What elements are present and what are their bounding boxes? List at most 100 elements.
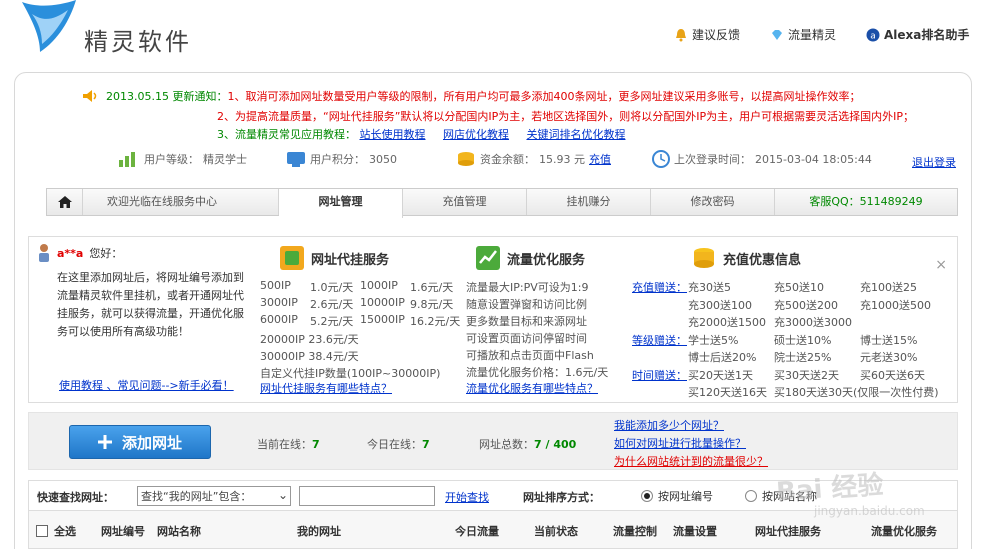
price-row: 6000IP 5.2元/天 15000IP 16.2元/天	[260, 313, 460, 330]
optimize-features-link[interactable]: 流量优化服务有哪些特点？	[466, 380, 598, 396]
promo-cell: 充2000送1500	[688, 316, 766, 329]
svg-text:a: a	[870, 31, 876, 41]
price-row: 500IP 1.0元/天 1000IP 1.6元/天	[260, 279, 460, 296]
diamond-icon	[772, 29, 782, 40]
optimize-line: 随意设置弹窗和访问比例	[466, 298, 587, 311]
price-row: 3000IP 2.6元/天 10000IP 9.8元/天	[260, 296, 460, 313]
feedback-link[interactable]: 建议反馈	[674, 26, 740, 43]
col-my-url: 我的网址	[297, 525, 341, 538]
points-value: 3050	[369, 152, 397, 166]
online-now-label: 当前在线：	[257, 438, 312, 451]
baidu-watermark-url: jingyan.baidu.com	[814, 504, 925, 518]
tab-recharge-management[interactable]: 充值管理	[403, 189, 527, 215]
points-icon	[287, 152, 305, 167]
recharge-link[interactable]: 充值	[589, 151, 611, 167]
clock-icon	[652, 150, 670, 168]
page-header: 精灵软件 建议反馈 流量精灵 a Alexa排名助手	[0, 0, 1000, 70]
level-bonus-link[interactable]: 等级赠送：	[632, 332, 688, 350]
shop-tutorial-link[interactable]: 网店优化教程	[443, 128, 509, 141]
support-qq: 客服QQ：511489249	[809, 195, 923, 208]
search-scope-select[interactable]: 查找“我的网址”包含： ⌄	[137, 486, 291, 506]
col-traffic-control: 流量控制	[613, 525, 657, 538]
online-now-stat: 当前在线：7	[257, 436, 320, 452]
gold-coins-icon	[694, 248, 714, 268]
sort-by-id-radio[interactable]: 按网址编号	[641, 488, 713, 504]
promo-title: 充值优惠信息	[691, 245, 801, 271]
promo-row: 充值赠送： 充30送5 充50送10 充100送25	[632, 279, 1000, 297]
url-total-label: 网址总数：	[479, 438, 534, 451]
promo-cell: 充3000送3000	[774, 316, 852, 329]
promo-cell: 充1000送500	[860, 298, 931, 312]
welcome-box: a**a 您好： 在这里添加网址后，将网址编号添加到流量精灵软件里挂机，或者开通…	[37, 243, 247, 341]
recharge-bonus-link[interactable]: 充值赠送：	[632, 279, 688, 297]
promo-cell: 博士后送20%	[688, 351, 757, 364]
bird-logo-icon[interactable]	[18, 0, 80, 56]
promo-cell: 硕士送10%	[774, 333, 832, 347]
tab-url-management[interactable]: 网址管理	[279, 189, 403, 218]
online-today-value: 7	[422, 438, 430, 451]
promo-cell: 充50送10	[774, 281, 824, 294]
price-extra-line: 20000IP 23.6元/天	[260, 333, 359, 346]
level-label: 用户等级：	[144, 153, 199, 166]
online-today-label: 今日在线：	[367, 438, 422, 451]
search-input[interactable]	[299, 486, 435, 506]
optimize-service-body: 流量最大IP:PV可设为1:9 随意设置弹窗和访问比例 更多数量目标和来源网址 …	[466, 279, 636, 381]
radio-unchecked-icon	[745, 490, 757, 502]
tab-change-password[interactable]: 修改密码	[651, 189, 775, 215]
price-cell: 10000IP	[360, 296, 405, 309]
last-login-label: 上次登录时间：	[674, 153, 751, 166]
webmaster-tutorial-link[interactable]: 站长使用教程	[360, 128, 426, 141]
online-today-stat: 今日在线：7	[367, 436, 430, 452]
keyword-tutorial-link[interactable]: 关键词排名优化教程	[526, 128, 625, 141]
notice-line-1: 2013.05.15 更新通知：1、取消可添加网址数量受用户等级的限制，所有用户…	[106, 88, 860, 104]
price-extra-line: 30000IP 38.4元/天	[260, 350, 359, 363]
optimize-line: 可设置页面访问停留时间	[466, 332, 587, 345]
promo-row-label	[632, 314, 688, 332]
sort-label: 网址排序方式：	[523, 491, 600, 504]
user-avatar-icon	[39, 244, 49, 262]
site-title: 精灵软件	[84, 28, 192, 56]
price-cell: 5.2元/天	[310, 315, 354, 328]
url-toolbar: 添加网址 当前在线：7 今日在线：7 网址总数：7 / 400 我能添加多少个网…	[28, 412, 958, 470]
user-balance: 资金余额： 15.93 元 充值	[456, 150, 611, 168]
faq-link-limit[interactable]: 我能添加多少个网址？	[614, 417, 768, 435]
promo-row: 买120天送16天 买180天送30天(仅限一次性付费)	[632, 384, 1000, 402]
user-points: 用户积分： 3050	[286, 150, 397, 168]
newbie-guide-link[interactable]: 使用教程 、常见问题-->新手必看！	[59, 377, 234, 393]
search-button[interactable]: 开始查找	[445, 489, 489, 505]
faq-link-batch[interactable]: 如何对网址进行批量操作？	[614, 435, 768, 453]
proxy-service-title: 网址代挂服务	[279, 245, 389, 271]
col-traffic-settings: 流量设置	[673, 525, 717, 538]
proxy-features-link[interactable]: 网址代挂服务有哪些特点？	[260, 380, 392, 396]
select-all-checkbox[interactable]	[36, 525, 48, 537]
price-cell: 1000IP	[360, 279, 398, 292]
traffic-genie-link[interactable]: 流量精灵	[770, 26, 836, 43]
promo-cell: 学士送5%	[688, 333, 739, 347]
tab-earn-points[interactable]: 挂机赚分	[527, 189, 651, 215]
price-cell: 15000IP	[360, 313, 405, 326]
close-icon[interactable]: ×	[935, 257, 947, 273]
greeting-text: 您好：	[89, 247, 123, 260]
faq-link-low-traffic[interactable]: 为什么网站统计到的流量很少？	[614, 453, 768, 471]
price-cell: 1.6元/天	[410, 281, 454, 294]
home-tab[interactable]	[47, 189, 83, 215]
logout-link[interactable]: 退出登录	[912, 154, 956, 170]
select-all[interactable]: 全选	[36, 523, 76, 539]
main-tabs: 欢迎光临在线服务中心 网址管理 充值管理 挂机赚分 修改密码 客服QQ：5114…	[46, 188, 958, 218]
search-scope-value: 查找“我的网址”包含：	[141, 490, 252, 503]
col-status: 当前状态	[534, 525, 578, 538]
add-url-button[interactable]: 添加网址	[69, 425, 211, 459]
promo-cell: 买120天送16天	[688, 386, 767, 399]
promo-row-label	[632, 349, 688, 367]
plus-icon	[97, 435, 112, 449]
col-proxy-service: 网址代挂服务	[755, 525, 821, 538]
alexa-helper-label: Alexa排名助手	[884, 28, 970, 42]
alexa-icon: a	[866, 28, 880, 41]
alexa-helper-link[interactable]: a Alexa排名助手	[866, 26, 969, 43]
user-name: a**a	[57, 246, 84, 260]
info-panel: a**a 您好： 在这里添加网址后，将网址编号添加到流量精灵软件里挂机，或者开通…	[28, 236, 958, 403]
proxy-price-extra: 20000IP 23.6元/天 30000IP 38.4元/天 自定义代挂IP数…	[260, 331, 440, 382]
time-bonus-link[interactable]: 时间赠送：	[632, 367, 688, 385]
user-level: 用户等级： 精灵学士	[118, 150, 247, 168]
col-url-id: 网址编号	[101, 525, 145, 538]
